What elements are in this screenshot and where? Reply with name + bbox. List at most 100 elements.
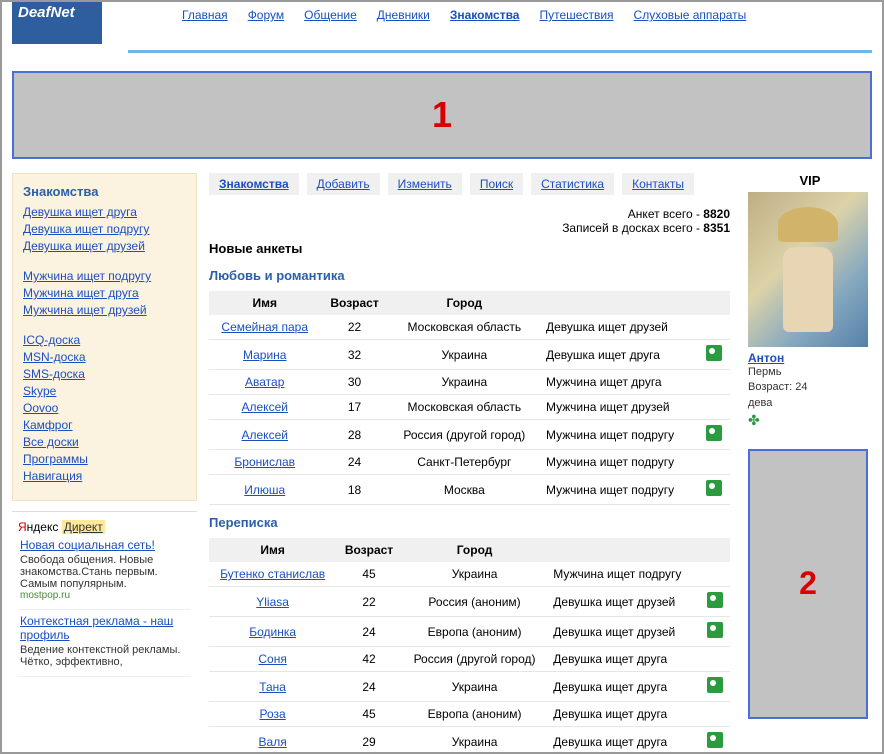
- header-divider: [128, 50, 872, 53]
- table-row: Роза45Европа (аноним)Девушка ищет друга: [209, 702, 730, 727]
- profile-link[interactable]: Yliasa: [256, 595, 289, 609]
- banner-side-label: 2: [799, 565, 817, 602]
- th-age: Возраст: [320, 291, 388, 315]
- category-title-1: Любовь и романтика: [209, 268, 730, 283]
- vip-photo[interactable]: [748, 192, 868, 347]
- subnav-5[interactable]: Контакты: [622, 173, 694, 195]
- ad-title-0[interactable]: Новая социальная сеть!: [20, 538, 189, 552]
- table-row: Алексей28Россия (другой город)Мужчина ищ…: [209, 420, 730, 450]
- profile-link[interactable]: Бодинка: [249, 625, 296, 639]
- clover-icon: ✤: [748, 412, 760, 428]
- sidebar-link-g3-5[interactable]: Камфрог: [23, 418, 186, 432]
- sidebar-link-g3-8[interactable]: Навигация: [23, 469, 186, 483]
- photo-icon[interactable]: [707, 732, 723, 748]
- photo-icon[interactable]: [707, 677, 723, 693]
- subnav-1[interactable]: Добавить: [307, 173, 380, 195]
- vip-meta: Пермь Возраст: 24 дева ✤: [748, 365, 872, 431]
- table-row: Марина32УкраинаДевушка ищет друга: [209, 340, 730, 370]
- profile-link[interactable]: Соня: [258, 652, 286, 666]
- sub-nav: Знакомства Добавить Изменить Поиск Статистик…: [209, 173, 730, 195]
- table-row: Алексей17Московская областьМужчина ищет …: [209, 395, 730, 420]
- photo-icon[interactable]: [706, 480, 722, 496]
- ad-src-0: mostpop.ru: [20, 590, 189, 601]
- profile-link[interactable]: Бутенко станислав: [220, 567, 325, 581]
- sidebar-link-g1-1[interactable]: Девушка ищет подругу: [23, 222, 186, 236]
- table-row: Аватар30УкраинаМужчина ищет друга: [209, 370, 730, 395]
- profile-link[interactable]: Марина: [243, 348, 286, 362]
- profile-link[interactable]: Илюша: [244, 483, 285, 497]
- profile-link[interactable]: Аватар: [245, 375, 284, 389]
- sidebar-link-g2-2[interactable]: Мужчина ищет друзей: [23, 303, 186, 317]
- th-city: Город: [389, 291, 540, 315]
- photo-icon[interactable]: [707, 622, 723, 638]
- table-row: Илюша18МоскваМужчина ищет подругу: [209, 475, 730, 505]
- yandex-direct-link[interactable]: Директ: [62, 520, 105, 534]
- sidebar-link-g3-0[interactable]: ICQ-доска: [23, 333, 186, 347]
- sidebar-title: Знакомства: [23, 184, 186, 199]
- nav-1[interactable]: Форум: [248, 8, 284, 22]
- photo-icon[interactable]: [707, 592, 723, 608]
- profile-link[interactable]: Семейная пара: [221, 320, 308, 334]
- banner-side[interactable]: 2: [748, 449, 868, 719]
- photo-icon[interactable]: [706, 345, 722, 361]
- sidebar-link-g1-2[interactable]: Девушка ищет друзей: [23, 239, 186, 253]
- nav-5[interactable]: Путешествия: [539, 8, 613, 22]
- table-love: Имя Возраст Город Семейная пара22Московс…: [209, 291, 730, 505]
- banner-top-label: 1: [432, 94, 452, 136]
- sidebar-link-g1-0[interactable]: Девушка ищет друга: [23, 205, 186, 219]
- sidebar-link-g3-7[interactable]: Программы: [23, 452, 186, 466]
- yandex-direct-block: Яндекс Директ Новая социальная сеть! Своб…: [12, 511, 197, 677]
- sidebar-link-g3-2[interactable]: SMS-доска: [23, 367, 186, 381]
- nav-6[interactable]: Слуховые аппараты: [634, 8, 747, 22]
- ad-desc-0: Свобода общения. Новые знакомства.Стань …: [20, 554, 189, 590]
- sidebar-link-g3-4[interactable]: Oovoo: [23, 401, 186, 415]
- sidebar-menu: Знакомства Девушка ищет друга Девушка ище…: [12, 173, 197, 501]
- th-name: Имя: [209, 538, 336, 562]
- subnav-2[interactable]: Изменить: [388, 173, 462, 195]
- top-nav: Главная Форум Общение Дневники Знакомства Пут…: [102, 2, 872, 22]
- nav-0[interactable]: Главная: [182, 8, 228, 22]
- yandex-y: Я: [18, 520, 27, 534]
- table-row: Тана24УкраинаДевушка ищет друга: [209, 672, 730, 702]
- profile-link[interactable]: Роза: [260, 707, 286, 721]
- sidebar-link-g2-0[interactable]: Мужчина ищет подругу: [23, 269, 186, 283]
- th-city: Город: [402, 538, 548, 562]
- table-row: Бутенко станислав45УкраинаМужчина ищет п…: [209, 562, 730, 587]
- sidebar-link-g2-1[interactable]: Мужчина ищет друга: [23, 286, 186, 300]
- sidebar-link-g3-6[interactable]: Все доски: [23, 435, 186, 449]
- table-row: Соня42Россия (другой город)Девушка ищет …: [209, 647, 730, 672]
- nav-4[interactable]: Знакомства: [450, 8, 520, 22]
- ad-1: Контекстная реклама - наш профильВедение…: [18, 610, 191, 677]
- table-row: Бодинка24Европа (аноним)Девушка ищет дру…: [209, 617, 730, 647]
- subnav-0[interactable]: Знакомства: [209, 173, 299, 195]
- yandex-ndex: ндекс: [27, 520, 59, 534]
- stats-block: Анкет всего - 8820 Записей в досках всег…: [209, 207, 730, 235]
- subnav-4[interactable]: Статистика: [531, 173, 614, 195]
- vip-name-link[interactable]: Антон: [748, 351, 872, 365]
- photo-icon[interactable]: [706, 425, 722, 441]
- table-row: Бронислав24Санкт-ПетербургМужчина ищет п…: [209, 450, 730, 475]
- category-title-2: Переписка: [209, 515, 730, 530]
- profile-link[interactable]: Тана: [259, 680, 286, 694]
- sidebar-link-g3-1[interactable]: MSN-доска: [23, 350, 186, 364]
- ad-0: Новая социальная сеть! Свобода общения. Н…: [18, 534, 191, 610]
- ad-title-1[interactable]: Контекстная реклама - наш профиль: [20, 614, 189, 642]
- profile-link[interactable]: Валя: [259, 735, 287, 749]
- subnav-3[interactable]: Поиск: [470, 173, 523, 195]
- profile-link[interactable]: Бронислав: [234, 455, 295, 469]
- section-new-title: Новые анкеты: [209, 241, 730, 256]
- th-name: Имя: [209, 291, 320, 315]
- table-correspondence: Имя Возраст Город Бутенко станислав45Укр…: [209, 538, 730, 754]
- profile-link[interactable]: Алексей: [242, 400, 288, 414]
- profile-link[interactable]: Алексей: [242, 428, 288, 442]
- sidebar-link-g3-3[interactable]: Skype: [23, 384, 186, 398]
- vip-label: VIP: [748, 173, 872, 188]
- table-row: Семейная пара22Московская областьДевушка…: [209, 315, 730, 340]
- th-age: Возраст: [336, 538, 402, 562]
- nav-2[interactable]: Общение: [304, 8, 357, 22]
- nav-3[interactable]: Дневники: [377, 8, 430, 22]
- site-logo[interactable]: DeafNet: [12, 2, 102, 44]
- ad-desc-1: Ведение контекстной рекламы. Чётко, эффе…: [20, 644, 189, 668]
- table-row: Yliasa22Россия (аноним)Девушка ищет друз…: [209, 587, 730, 617]
- banner-top[interactable]: 1: [12, 71, 872, 159]
